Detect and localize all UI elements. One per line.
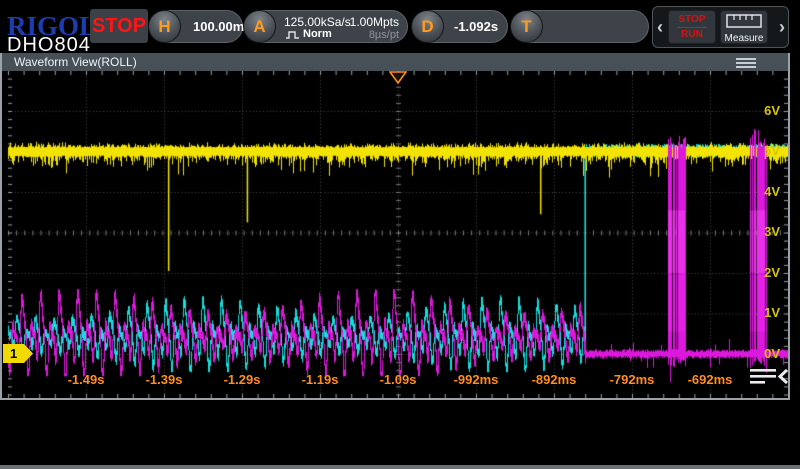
x-tick-1: -1.39s xyxy=(145,372,183,387)
y-tick-4v: 4V xyxy=(764,184,780,199)
y-tick-0v: 0V xyxy=(764,346,780,361)
hamburger-menu-icon[interactable] xyxy=(736,56,756,68)
delay-knob-button[interactable]: D xyxy=(411,10,444,43)
waveform-view: Waveform View(ROLL) 1 6V 5V 4V 3V 2V 1V … xyxy=(0,53,790,400)
oscilloscope-screen: RIGOL STOP 100.00ms/ H 125.00kSa/s 1.00M… xyxy=(0,0,800,469)
toolbar-panel: ‹ STOP RUN Measure › xyxy=(652,6,789,48)
x-tick-5: -992ms xyxy=(453,372,499,387)
time-per-point: 8µs/pt xyxy=(368,29,399,41)
measure-button[interactable]: Measure xyxy=(720,10,768,44)
trigger-knob-button[interactable]: T xyxy=(510,10,543,43)
x-tick-8: -692ms xyxy=(687,372,733,387)
sample-rate: 125.00kSa/s xyxy=(284,15,351,29)
x-tick-4: -1.09s xyxy=(379,372,417,387)
toolbar-next-icon[interactable]: › xyxy=(779,17,785,38)
graticule-area[interactable]: 1 6V 5V 4V 3V 2V 1V 0V -1.49s -1.39s -1.… xyxy=(2,71,788,398)
x-tick-2: -1.29s xyxy=(223,372,261,387)
measure-label: Measure xyxy=(724,33,764,44)
waveform-view-titlebar: Waveform View(ROLL) xyxy=(2,53,788,71)
toolbar-prev-icon[interactable]: ‹ xyxy=(657,17,663,38)
y-tick-3v: 3V xyxy=(764,224,780,239)
y-tick-6v: 6V xyxy=(764,103,780,118)
x-tick-7: -792ms xyxy=(609,372,655,387)
delay-value[interactable]: -1.092s xyxy=(454,19,498,34)
x-tick-0: -1.49s xyxy=(67,372,105,387)
trigger-position-icon[interactable] xyxy=(389,71,407,84)
channel-bar: R 1 1.00V/ -3.00V 2 1.00V/ -3.00V 3 1.00… xyxy=(0,400,800,465)
acquisition-status-badge: STOP xyxy=(90,9,148,43)
bottom-edge-strip xyxy=(0,465,800,469)
waveform-view-title: Waveform View(ROLL) xyxy=(14,55,137,69)
pulse-icon xyxy=(286,31,299,39)
trigger-sweep-mode: Norm xyxy=(303,28,332,40)
model-label: DHO804 xyxy=(7,34,91,56)
top-bar: RIGOL STOP 100.00ms/ H 125.00kSa/s 1.00M… xyxy=(0,0,800,53)
acquire-knob-button[interactable]: A xyxy=(243,10,276,43)
y-tick-1v: 1V xyxy=(764,305,780,320)
results-collapse-icon[interactable] xyxy=(750,368,788,386)
ruler-icon xyxy=(726,14,762,28)
waveform-canvas[interactable] xyxy=(2,71,788,398)
stop-run-button[interactable]: STOP RUN xyxy=(668,10,716,44)
y-tick-2v: 2V xyxy=(764,265,780,280)
x-tick-6: -892ms xyxy=(531,372,577,387)
memory-depth: 1.00Mpts xyxy=(349,15,399,29)
y-tick-5v: 5V xyxy=(764,143,780,158)
x-tick-3: -1.19s xyxy=(301,372,339,387)
horizontal-knob-button[interactable]: H xyxy=(148,10,181,43)
